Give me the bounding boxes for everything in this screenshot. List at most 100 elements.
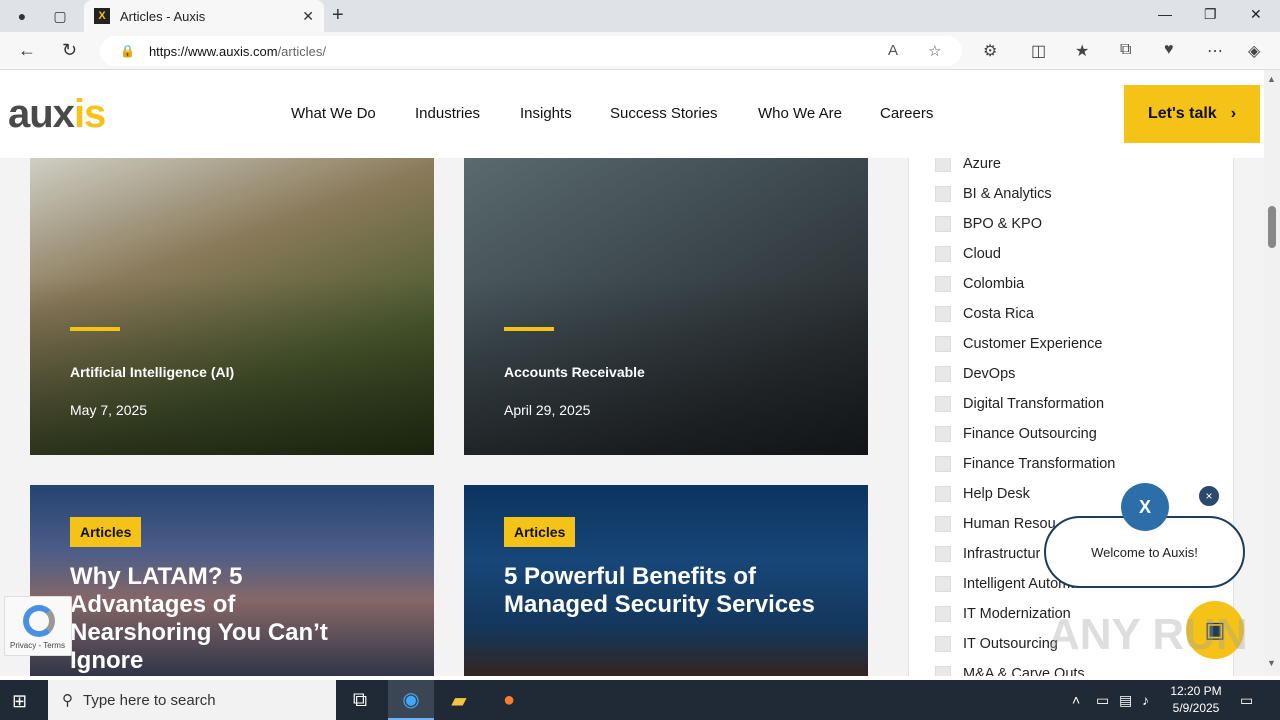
card-headline[interactable]: Why LATAM? 5 Advantages of Nearshoring Y… [70,563,370,675]
recaptcha-badge[interactable]: Privacy - Terms [4,596,72,656]
chat-close-button[interactable]: × [1197,484,1221,508]
checkbox[interactable] [935,546,951,562]
scroll-down-icon[interactable]: ▼ [1267,658,1276,668]
new-tab-icon[interactable]: + [332,4,344,27]
filter-it-outsourcing[interactable]: IT Outsourcing [935,629,1058,659]
filter-bi-analytics[interactable]: BI & Analytics [935,179,1052,209]
split-screen-icon[interactable]: ◫ [1031,41,1046,61]
checkbox[interactable] [935,276,951,292]
card-headline[interactable]: 5 Powerful Benefits of Managed Security … [504,563,824,619]
checkbox[interactable] [935,426,951,442]
scroll-up-icon[interactable]: ▲ [1267,74,1276,84]
checkbox[interactable] [935,156,951,172]
close-tab-icon[interactable]: ✕ [302,8,314,25]
filter-costa-rica[interactable]: Costa Rica [935,299,1034,329]
checkbox[interactable] [935,456,951,472]
read-aloud-icon[interactable]: A [888,42,898,59]
checkbox[interactable] [935,186,951,202]
filter-customer-experience[interactable]: Customer Experience [935,329,1102,359]
site-header: auxis What We Do Industries Insights Suc… [0,70,1264,158]
filter-cloud[interactable]: Cloud [935,239,1001,269]
checkbox[interactable] [935,396,951,412]
back-icon[interactable]: ← [18,40,36,61]
url-host: https://www.auxis.com [148,43,278,59]
checkbox[interactable] [935,486,951,502]
lets-talk-button[interactable]: Let's talk › [1124,85,1260,143]
nav-what-we-do[interactable]: What We Do [291,105,376,122]
tab-title: Articles - Auxis [120,8,206,24]
filter-help-desk[interactable]: Help Desk [935,479,1030,509]
filter-colombia[interactable]: Colombia [935,269,1024,299]
windows-taskbar: ⊞ ⚲ Type here to search ⧉ ◉ ▰ ● ˄ ▭ ▤ ♪ … [0,680,1280,720]
more-icon[interactable]: ⋯ [1207,41,1223,61]
checkbox[interactable] [935,516,951,532]
close-window-icon[interactable]: ✕ [1250,6,1262,23]
filter-devops[interactable]: DevOps [935,359,1015,389]
taskbar-clock[interactable]: 12:20 PM 5/9/2025 [1166,683,1226,717]
taskbar-search[interactable]: ⚲ Type here to search [48,680,336,720]
filter-finance-outsourcing[interactable]: Finance Outsourcing [935,419,1097,449]
card-date: April 29, 2025 [504,402,591,418]
checkbox[interactable] [935,216,951,232]
topic-filter-sidebar: Azure BI & Analytics BPO & KPO Cloud Col… [908,156,1234,676]
article-card-managed-security[interactable]: Articles 5 Powerful Benefits of Managed … [464,485,868,676]
file-explorer-icon[interactable]: ▰ [436,680,482,720]
tray-overflow-icon[interactable]: ˄ [1072,692,1080,708]
profile-icon[interactable]: ● [12,6,32,26]
nav-careers[interactable]: Careers [880,105,933,122]
network-icon[interactable]: ▤ [1119,692,1132,709]
notifications-icon[interactable]: ▭ [1240,692,1253,709]
checkbox[interactable] [935,606,951,622]
accent-bar [70,327,120,331]
filter-infrastructure[interactable]: Infrastructur [935,539,1040,569]
checkbox[interactable] [935,246,951,262]
extensions-icon[interactable]: ⚙ [983,41,997,61]
filter-bpo-kpo[interactable]: BPO & KPO [935,209,1042,239]
checkbox[interactable] [935,336,951,352]
tray-device-icon[interactable]: ▭ [1096,692,1109,709]
auxis-logo[interactable]: auxis [8,92,106,137]
articles-badge[interactable]: Articles [70,517,142,547]
task-view-icon[interactable]: ⧉ [337,680,383,720]
checkbox[interactable] [935,366,951,382]
tab-actions-icon[interactable]: ▢ [50,6,70,26]
anyrun-watermark: ANY RUN [1048,610,1248,659]
minimize-icon[interactable]: — [1158,6,1172,22]
checkbox[interactable] [935,636,951,652]
favorites-icon[interactable]: ★ [1075,41,1089,61]
nav-industries[interactable]: Industries [415,105,480,122]
filter-ma-carve-outs[interactable]: M&A & Carve Outs [935,659,1085,676]
refresh-icon[interactable]: ↻ [62,40,77,61]
filter-human-resources[interactable]: Human Resou [935,509,1056,539]
checkbox[interactable] [935,576,951,592]
checkbox[interactable] [935,666,951,676]
page-scrollbar[interactable]: ▲ ▼ [1264,70,1280,676]
nav-insights[interactable]: Insights [520,105,572,122]
filter-finance-transformation[interactable]: Finance Transformation [935,449,1115,479]
firefox-icon[interactable]: ● [486,680,532,720]
favorite-star-icon[interactable]: ☆ [928,42,941,60]
nav-who-we-are[interactable]: Who We Are [758,105,842,122]
tab-articles[interactable]: X Articles - Auxis ✕ [84,0,324,32]
copilot-icon[interactable]: ◈ [1248,41,1260,61]
url-bar[interactable]: 🔒 https://www.auxis.com/articles/ A ☆ [100,36,962,66]
edge-taskbar-icon[interactable]: ◉ [388,680,434,720]
page-viewport: auxis What We Do Industries Insights Suc… [0,70,1264,676]
article-card-why-latam[interactable]: Articles Why LATAM? 5 Advantages of Near… [30,485,434,676]
performance-icon[interactable]: ♥ [1164,41,1174,59]
accent-bar [504,327,554,331]
articles-badge[interactable]: Articles [504,517,576,547]
article-card-ai[interactable]: Artificial Intelligence (AI) May 7, 2025 [30,158,434,455]
volume-icon[interactable]: ♪ [1142,692,1149,708]
filter-digital-transformation[interactable]: Digital Transformation [935,389,1104,419]
scroll-thumb[interactable] [1268,206,1276,248]
checkbox[interactable] [935,306,951,322]
nav-success-stories[interactable]: Success Stories [610,105,718,122]
article-card-accounts-receivable[interactable]: Accounts Receivable April 29, 2025 [464,158,868,455]
card-category: Artificial Intelligence (AI) [70,364,235,380]
recaptcha-icon [23,605,55,637]
windows-start-icon[interactable]: ⊞ [12,691,27,712]
collections-icon[interactable]: ⧉ [1120,41,1131,59]
restore-icon[interactable]: ❐ [1204,6,1217,23]
recaptcha-links[interactable]: Privacy - Terms [10,641,65,650]
